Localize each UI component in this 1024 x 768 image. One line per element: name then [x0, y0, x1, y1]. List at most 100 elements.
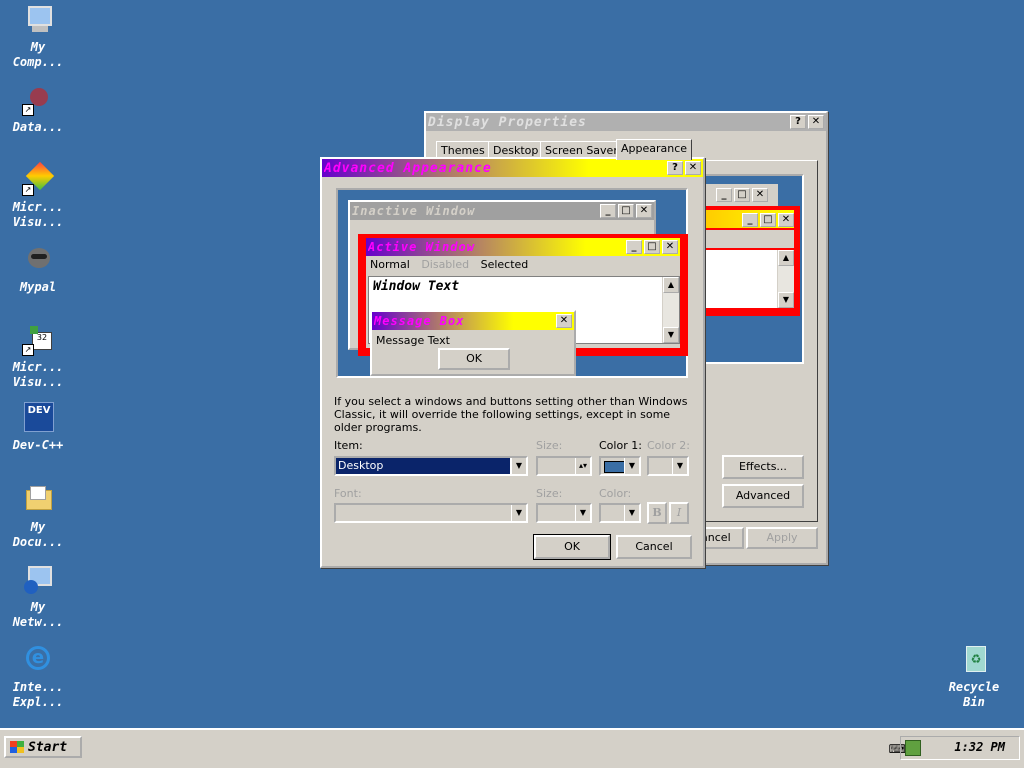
close-icon: ✕	[556, 314, 572, 328]
desktop-icon-recycle-bin[interactable]: ♻ Recycle Bin	[942, 644, 1006, 710]
scroll-down-icon: ▼	[663, 327, 679, 343]
desktop-icon-label: My Netw...	[12, 600, 64, 629]
bold-button[interactable]: B	[647, 502, 667, 524]
desktop-icon-data[interactable]: ↗ Data...	[6, 84, 70, 135]
apply-button[interactable]: Apply	[746, 527, 818, 549]
shortcut-arrow-icon: ↗	[22, 184, 34, 196]
internet-explorer-icon: e	[22, 644, 54, 676]
clock[interactable]: 1:32 PM	[954, 740, 1005, 754]
preview-message-box: Message Box ✕ Message Text OK	[370, 310, 576, 376]
font-color-picker[interactable]: ▼	[599, 503, 641, 523]
computer-icon	[22, 4, 54, 36]
raccoon-icon	[22, 244, 54, 276]
ok-button[interactable]: OK	[533, 534, 611, 560]
preview-msgbox-text: Message Text	[376, 334, 450, 347]
preview-menu-disabled: Disabled	[421, 258, 470, 271]
preview-inactive-title: Inactive Window	[352, 204, 476, 218]
desktop-icon-my-network[interactable]: My Netw...	[6, 564, 70, 630]
chevron-down-icon[interactable]: ▼	[624, 505, 639, 521]
visual-studio-icon: ↗	[22, 161, 55, 196]
cancel-button[interactable]: Cancel	[616, 535, 692, 559]
color1-swatch	[604, 461, 626, 473]
shortcut-arrow-icon: ↗	[22, 104, 34, 116]
display-properties-titlebar[interactable]: Display Properties ? ✕	[426, 113, 826, 131]
desktop-icon-label: My Docu...	[12, 520, 64, 549]
desktop-icon-visual-studio[interactable]: ↗ Micr... Visu...	[6, 161, 70, 230]
system-tray: 1:32 PM	[900, 736, 1020, 760]
close-button[interactable]: ✕	[808, 115, 824, 129]
chevron-down-icon[interactable]: ▼	[511, 458, 526, 474]
info-text: If you select a windows and buttons sett…	[334, 395, 688, 434]
preview-msgbox-ok: OK	[438, 348, 510, 370]
font-size-label: Size:	[536, 487, 563, 500]
close-icon: ✕	[662, 240, 678, 254]
appearance-preview: _ □ ✕ _ □ ✕ ▲ ▼	[704, 174, 804, 364]
close-button[interactable]: ✕	[685, 161, 701, 175]
dev-cpp-icon: DEV	[22, 402, 54, 434]
desktop-icon-label: My Comp...	[12, 40, 64, 69]
shortcut-arrow-icon: ↗	[22, 344, 34, 356]
effects-button[interactable]: Effects...	[722, 455, 804, 479]
start-label: Start	[28, 739, 68, 755]
preview-menu-bar: Normal Disabled Selected	[366, 256, 680, 274]
desktop-icon-internet-explorer[interactable]: e Inte... Expl...	[6, 644, 70, 710]
desktop-icon-label: Dev-C++	[12, 438, 64, 452]
start-button[interactable]: Start	[4, 736, 82, 758]
color1-picker[interactable]: ▼	[599, 456, 641, 476]
font-label: Font:	[334, 487, 362, 500]
chevron-down-icon[interactable]: ▼	[575, 505, 590, 521]
windows-logo-icon	[10, 741, 24, 753]
maximize-icon: □	[618, 204, 634, 218]
scroll-up-icon: ▲	[663, 277, 679, 293]
item-select-value: Desktop	[336, 458, 510, 474]
color1-label: Color 1:	[599, 439, 642, 452]
font-size-select[interactable]: ▼	[536, 503, 592, 523]
desktop-icon-label: Inte... Expl...	[12, 680, 64, 709]
desktop-icon-my-computer[interactable]: My Comp...	[6, 4, 70, 70]
font-color-label: Color:	[599, 487, 632, 500]
chevron-down-icon[interactable]: ▼	[511, 505, 526, 521]
database-icon: ↗	[22, 84, 54, 116]
network-tray-icon[interactable]	[905, 740, 921, 756]
chevron-down-icon[interactable]: ▼	[624, 458, 639, 474]
tab-appearance[interactable]: Appearance	[616, 139, 693, 160]
network-icon	[22, 564, 54, 596]
help-button[interactable]: ?	[667, 161, 683, 175]
advanced-appearance-dialog: Advanced Appearance ? ✕ Inactive Window …	[320, 157, 705, 568]
preview-window-text: Window Text	[373, 279, 460, 294]
desktop-icon-label: Mypal	[19, 280, 57, 294]
chevron-down-icon[interactable]: ▼	[672, 458, 687, 474]
italic-button[interactable]: I	[669, 502, 689, 524]
preview-active-fragment: _ □ ✕ ▲ ▼	[706, 206, 800, 316]
visual-basic-icon: 32 ↗	[22, 324, 54, 356]
advanced-button[interactable]: Advanced	[722, 484, 804, 508]
help-button[interactable]: ?	[790, 115, 806, 129]
desktop-icon-label: Micr... Visu...	[12, 360, 64, 389]
item-select[interactable]: Desktop ▼	[334, 456, 528, 476]
desktop-icon-visual-basic[interactable]: 32 ↗ Micr... Visu...	[6, 324, 70, 390]
desktop-icon-label: Recycle Bin	[948, 680, 1000, 709]
color2-picker[interactable]: ▼	[647, 456, 689, 476]
desktop-icon-my-documents[interactable]: My Docu...	[6, 484, 70, 550]
desktop-icon-dev-cpp[interactable]: DEV Dev-C++	[6, 402, 70, 453]
window-title: Display Properties	[428, 114, 587, 130]
folder-icon	[22, 484, 54, 516]
desktop-icon-label: Data...	[12, 120, 64, 134]
appearance-preview: Inactive Window _ □ ✕ Active Window _ □ …	[336, 188, 688, 378]
advanced-appearance-titlebar[interactable]: Advanced Appearance ? ✕	[322, 159, 703, 177]
maximize-icon: □	[644, 240, 660, 254]
item-label: Item:	[334, 439, 363, 452]
font-select[interactable]: ▼	[334, 503, 528, 523]
preview-scrollbar: ▲ ▼	[662, 277, 679, 343]
desktop-icon-mypal[interactable]: Mypal	[6, 244, 70, 295]
preview-menu-selected: Selected	[480, 258, 529, 271]
close-icon: ✕	[636, 204, 652, 218]
recycle-bin-icon: ♻	[958, 644, 990, 676]
preview-active-title: Active Window	[368, 240, 475, 254]
color2-label: Color 2:	[647, 439, 690, 452]
desktop-icon-label: Micr... Visu...	[12, 200, 64, 229]
preview-scrollbar: ▲ ▼	[777, 250, 794, 308]
size-label: Size:	[536, 439, 563, 452]
size-spinner[interactable]: ▴▾	[536, 456, 592, 476]
spinner-arrows-icon[interactable]: ▴▾	[575, 458, 590, 474]
